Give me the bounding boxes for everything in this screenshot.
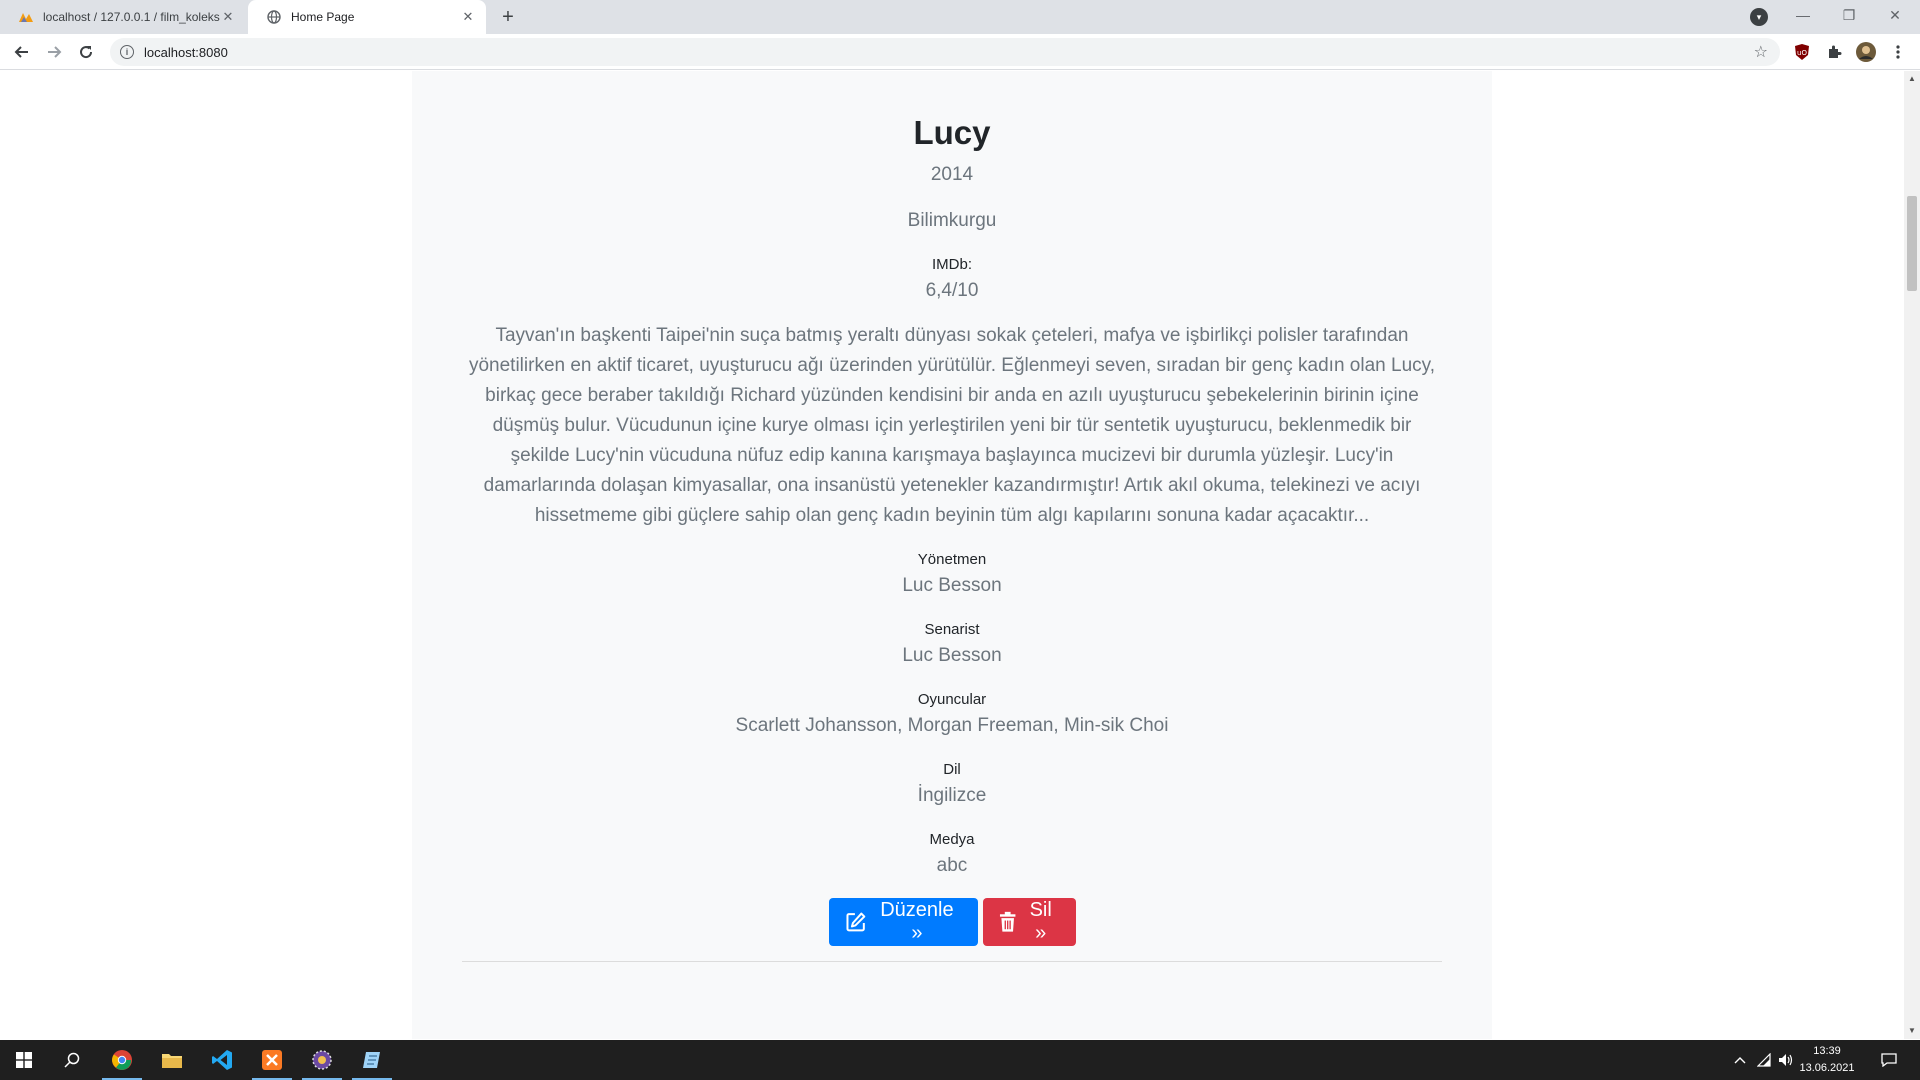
clock-time: 13:39 <box>1813 1045 1841 1057</box>
ublock-extension-icon[interactable]: uO <box>1792 42 1812 62</box>
imdb-label: IMDb: <box>931 256 972 273</box>
trash-icon <box>999 911 1015 932</box>
scrollbar-thumb[interactable] <box>1907 196 1917 291</box>
director-value: Luc Besson <box>902 575 1002 596</box>
edit-icon <box>845 912 865 932</box>
edit-button-label: Düzenle » <box>880 899 954 944</box>
clock-date: 13.06.2021 <box>1799 1062 1855 1074</box>
tab-phpmyadmin[interactable]: localhost / 127.0.0.1 / film_koleksiyonu… <box>0 0 246 34</box>
search-icon[interactable] <box>48 1040 96 1080</box>
site-info-icon[interactable]: i <box>120 45 134 59</box>
tab-home-page[interactable]: Home Page ✕ <box>248 0 486 34</box>
scroll-down-arrow-icon[interactable]: ▼ <box>1908 1027 1916 1035</box>
film-year: 2014 <box>930 164 974 185</box>
minimize-button[interactable]: — <box>1780 0 1826 30</box>
tray-chevron-up-icon[interactable] <box>1730 1040 1750 1080</box>
tab-title: Home Page <box>291 10 355 24</box>
writer-label: Senarist <box>924 621 980 638</box>
url-text: localhost:8080 <box>144 44 228 60</box>
writer-value: Luc Besson <box>902 645 1002 666</box>
taskbar-clock[interactable]: 13:39 13.06.2021 <box>1790 1043 1864 1077</box>
svg-text:uO: uO <box>1797 49 1807 57</box>
film-card: Lucy 2014 Bilimkurgu IMDb: 6,4/10 Tayvan… <box>412 71 1492 1039</box>
cast-value: Scarlett Johansson, Morgan Freeman, Min-… <box>735 715 1169 736</box>
browser-tab-bar: localhost / 127.0.0.1 / film_koleksiyonu… <box>0 0 1920 34</box>
reload-icon[interactable] <box>72 38 100 66</box>
browser-toolbar: i localhost:8080 ☆ uO <box>0 34 1920 70</box>
language-label: Dil <box>943 761 961 778</box>
bookmark-star-icon[interactable]: ☆ <box>1754 42 1768 62</box>
page-viewport: Lucy 2014 Bilimkurgu IMDb: 6,4/10 Tayvan… <box>0 71 1904 1039</box>
restore-button[interactable]: ❐ <box>1826 0 1872 30</box>
film-description: Tayvan'ın başkenti Taipei'nin suça batmı… <box>468 325 1436 526</box>
page-scrollbar[interactable]: ▲ ▼ <box>1904 71 1920 1039</box>
file-explorer-icon[interactable] <box>148 1040 196 1080</box>
cast-label: Oyuncular <box>917 691 987 708</box>
tab-title: localhost / 127.0.0.1 / film_koleksiyonu <box>43 10 220 24</box>
delete-button-label: Sil » <box>1029 899 1052 944</box>
network-icon[interactable] <box>1754 1040 1774 1080</box>
notification-center-icon[interactable] <box>1874 1040 1904 1080</box>
chrome-icon[interactable] <box>98 1040 146 1080</box>
notepad-icon[interactable] <box>348 1040 396 1080</box>
close-tab-icon[interactable]: ✕ <box>460 9 476 25</box>
scroll-up-arrow-icon[interactable]: ▲ <box>1908 75 1916 83</box>
delete-button[interactable]: Sil » <box>982 898 1076 946</box>
back-arrow-icon[interactable] <box>8 38 36 66</box>
film-genre: Bilimkurgu <box>907 210 997 231</box>
film-title: Lucy <box>913 114 991 151</box>
close-tab-icon[interactable]: ✕ <box>220 9 236 25</box>
close-window-button[interactable]: ✕ <box>1872 0 1918 30</box>
windows-start-icon[interactable] <box>0 1040 48 1080</box>
media-label: Medya <box>929 831 975 848</box>
xampp-icon[interactable] <box>248 1040 296 1080</box>
action-buttons: Düzenle » Sil » <box>462 898 1442 946</box>
chrome-menu-icon[interactable] <box>1888 42 1908 62</box>
tab-search-icon[interactable]: ▾ <box>1750 8 1768 26</box>
director-label: Yönetmen <box>917 551 987 568</box>
media-value: abc <box>936 855 968 876</box>
forward-arrow-icon[interactable] <box>40 38 68 66</box>
address-bar[interactable]: i localhost:8080 ☆ <box>110 38 1780 66</box>
app-icon[interactable] <box>298 1040 346 1080</box>
extensions-puzzle-icon[interactable] <box>1824 42 1844 62</box>
globe-icon <box>266 9 282 25</box>
edit-button[interactable]: Düzenle » <box>828 898 978 946</box>
divider <box>462 961 1442 962</box>
imdb-rating: 6,4/10 <box>925 280 979 301</box>
new-tab-button[interactable]: + <box>496 5 520 29</box>
profile-avatar[interactable] <box>1856 42 1876 62</box>
vscode-icon[interactable] <box>198 1040 246 1080</box>
phpmyadmin-icon <box>18 9 34 25</box>
language-value: İngilizce <box>917 785 987 806</box>
windows-taskbar: 13:39 13.06.2021 <box>0 1040 1920 1080</box>
